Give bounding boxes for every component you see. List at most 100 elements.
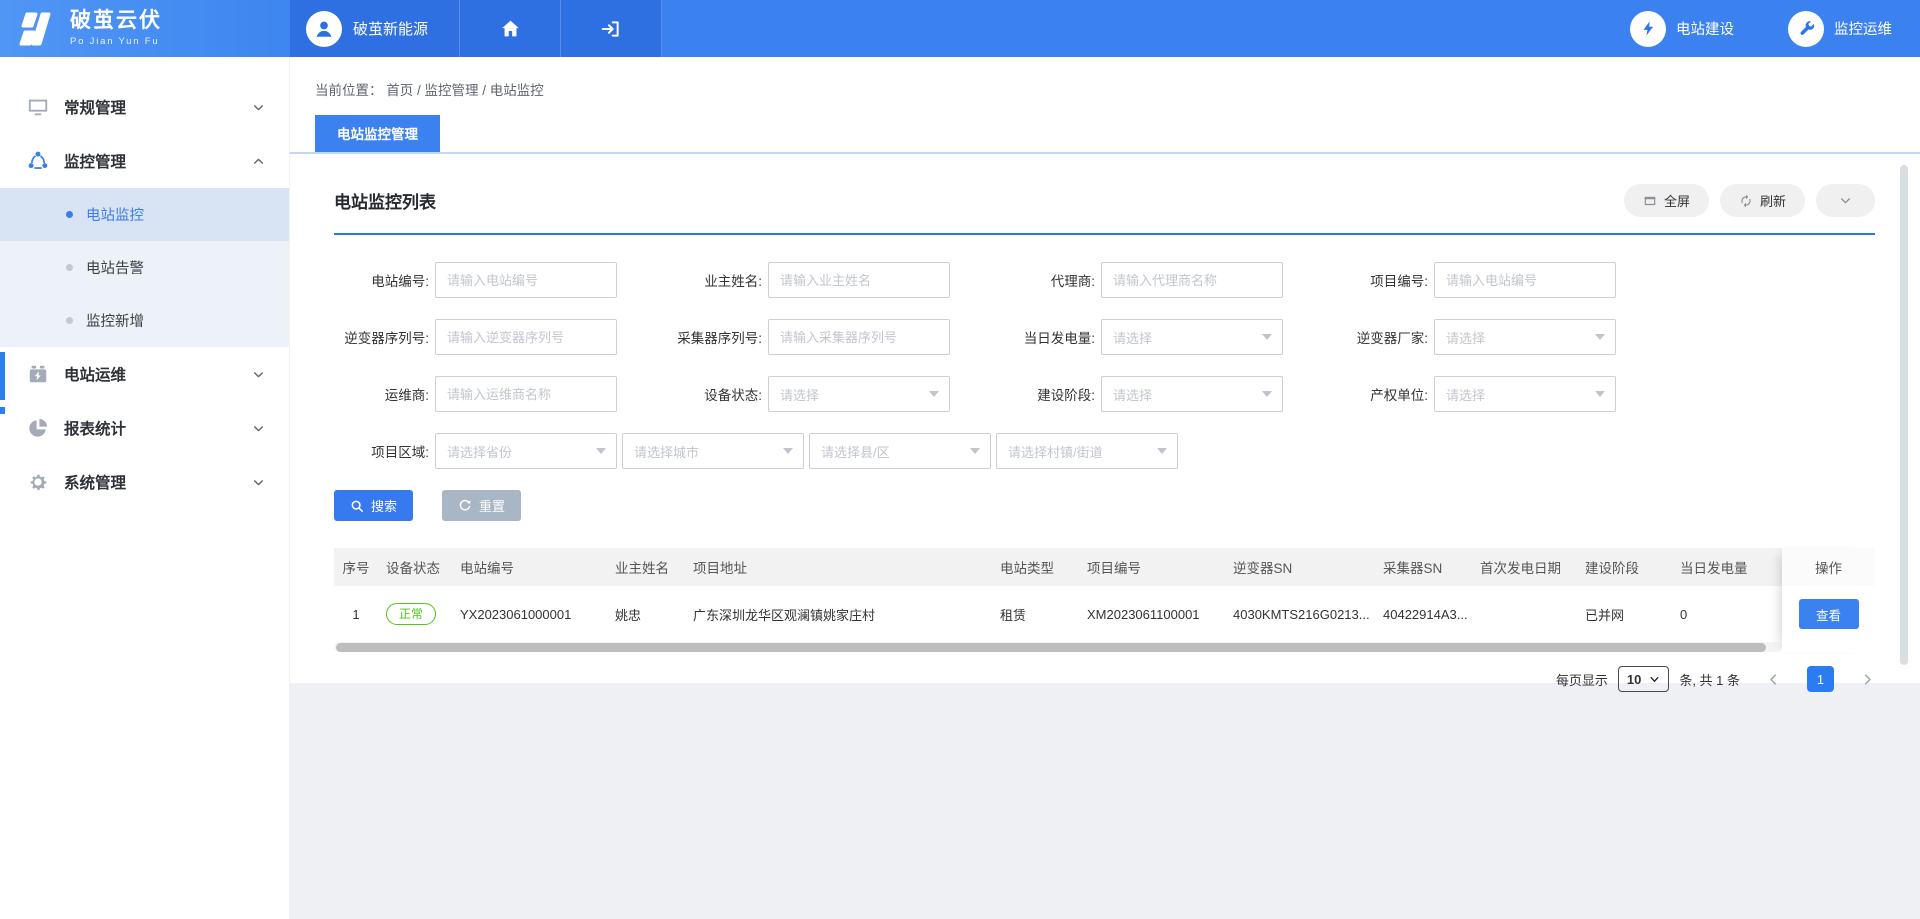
next-page-button[interactable] [1860,672,1875,687]
select-placeholder: 请选择 [1446,328,1485,347]
filter-owner-name: 业主姓名: [667,262,950,298]
sidebar-scrollbar-thumb[interactable] [0,352,5,400]
view-button[interactable]: 查看 [1799,599,1859,629]
sidebar-item-monitor-management[interactable]: 监控管理 [0,134,289,188]
refresh-button[interactable]: 刷新 [1720,184,1805,217]
collapse-panel-button[interactable] [1816,184,1875,217]
owner-name-input[interactable] [768,262,950,298]
company-name: 破茧新能源 [353,18,428,39]
sidebar-item-station-ops[interactable]: 电站运维 [0,347,289,401]
collector-sn-input[interactable] [768,319,950,355]
sidebar-item-monitor-add[interactable]: 监控新增 [0,294,289,347]
page-scrollbar-thumb[interactable] [1900,165,1908,665]
cell-project-no: XM2023061100001 [1079,607,1225,622]
caret-down-icon [970,448,980,454]
cell-action: 查看 [1782,586,1875,642]
cell-collector-sn: 40422914A3... [1375,607,1472,622]
power-station-icon [27,363,49,385]
sidebar-item-label: 报表统计 [64,417,126,439]
field-label: 代理商: [1000,270,1101,290]
search-button[interactable]: 搜索 [334,490,413,521]
device-status-select[interactable]: 请选择 [768,376,950,412]
station-monitor-panel: 电站监控列表 全屏 刷新 [290,154,1920,692]
monitor-ops-button[interactable]: 监控运维 [1788,11,1892,47]
town-select[interactable]: 请选择村镇/街道 [996,433,1178,469]
ops-vendor-input[interactable] [435,376,617,412]
cell-address: 广东深圳龙华区观澜镇姚家庄村 [685,605,992,624]
sidebar: 常规管理 监控管理 电站监控 电站告警 监控新增 电站运维 [0,57,290,919]
station-build-button[interactable]: 电站建设 [1630,11,1734,47]
col-type: 电站类型 [992,557,1079,577]
col-station-no: 电站编号 [452,557,607,577]
sidebar-item-report-stats[interactable]: 报表统计 [0,401,289,455]
prev-page-button[interactable] [1766,672,1781,687]
cell-device-status: 正常 [378,603,452,625]
select-placeholder: 请选择城市 [634,442,699,461]
chevron-left-icon [1766,672,1781,687]
sidebar-item-label: 常规管理 [64,96,126,118]
filter-station-no: 电站编号: [334,262,617,298]
station-table: 序号 设备状态 电站编号 业主姓名 项目地址 电站类型 项目编号 逆变器SN 采… [334,548,1875,652]
monitor-icon [27,96,49,118]
field-label: 电站编号: [334,270,435,290]
horizontal-scrollbar [334,642,1782,652]
col-first-gen-date: 首次发电日期 [1472,557,1577,577]
brand: 破茧云伏 Po Jian Yun Fu [0,0,290,57]
filter-build-stage: 建设阶段: 请选择 [1000,376,1283,412]
home-button[interactable] [460,0,561,57]
topbar-actions: 电站建设 监控运维 [1630,0,1920,57]
sidebar-item-station-monitor[interactable]: 电站监控 [0,188,289,241]
tab-station-monitor-management[interactable]: 电站监控管理 [315,115,440,152]
sidebar-item-general-management[interactable]: 常规管理 [0,80,289,134]
sidebar-item-system-management[interactable]: 系统管理 [0,455,289,509]
col-owner: 业主姓名 [607,557,685,577]
filter-row-region: 项目区域: 请选择省份 请选择城市 请选择县/区 [334,433,1875,469]
station-build-label: 电站建设 [1676,18,1734,39]
station-no-input[interactable] [435,262,617,298]
city-select[interactable]: 请选择城市 [622,433,804,469]
field-label: 逆变器厂家: [1333,327,1434,347]
panel-header: 电站监控列表 全屏 刷新 [334,154,1875,235]
cell-owner: 姚忠 [607,605,685,624]
reset-button[interactable]: 重置 [442,490,521,521]
province-select[interactable]: 请选择省份 [435,433,617,469]
col-device-status: 设备状态 [378,557,452,577]
filter-device-status: 设备状态: 请选择 [667,376,950,412]
inverter-sn-input[interactable] [435,319,617,355]
sidebar-item-station-alarm[interactable]: 电站告警 [0,241,289,294]
filter-region: 项目区域: 请选择省份 请选择城市 请选择县/区 [334,433,1183,469]
caret-down-icon [1262,391,1272,397]
logout-button[interactable] [561,0,662,57]
filter-row-2: 逆变器序列号: 采集器序列号: 当日发电量: 请选择 [334,319,1875,355]
fullscreen-button[interactable]: 全屏 [1624,184,1709,217]
property-unit-select[interactable]: 请选择 [1434,376,1616,412]
tabbar: 电站监控管理 [290,99,1920,152]
chevron-right-icon [1860,672,1875,687]
build-stage-select[interactable]: 请选择 [1101,376,1283,412]
field-label: 设备状态: [667,384,768,404]
topbar-user[interactable]: 破茧新能源 [290,0,460,57]
sidebar-item-label: 电站运维 [64,363,126,385]
filter-inverter-sn: 逆变器序列号: [334,319,617,355]
search-icon [350,499,364,513]
caret-down-icon [783,448,793,454]
status-badge: 正常 [386,603,436,625]
chevron-down-icon [252,368,265,381]
county-select[interactable]: 请选择县/区 [809,433,991,469]
table-row: 1 正常 YX2023061000001 姚忠 广东深圳龙华区观澜镇姚家庄村 租… [334,586,1875,642]
horizontal-scrollbar-thumb[interactable] [336,643,1766,652]
sidebar-item-label: 监控管理 [64,150,126,172]
col-daily-gen: 当日发电量 [1672,557,1782,577]
inverter-vendor-select[interactable]: 请选择 [1434,319,1616,355]
filter-row-3: 运维商: 设备状态: 请选择 建设阶段: 请选择 [334,376,1875,412]
lightning-bolt-icon [1630,11,1666,47]
per-page-select[interactable]: 10 [1618,666,1669,692]
sub-item-label: 电站监控 [86,204,144,225]
project-no-input[interactable] [1434,262,1616,298]
col-inverter-sn: 逆变器SN [1225,557,1375,577]
page-number-button[interactable]: 1 [1807,666,1834,692]
agent-input[interactable] [1101,262,1283,298]
sidebar-scrollbar-thumb-2[interactable] [0,407,5,414]
monitor-ops-label: 监控运维 [1834,18,1892,39]
daily-gen-select[interactable]: 请选择 [1101,319,1283,355]
